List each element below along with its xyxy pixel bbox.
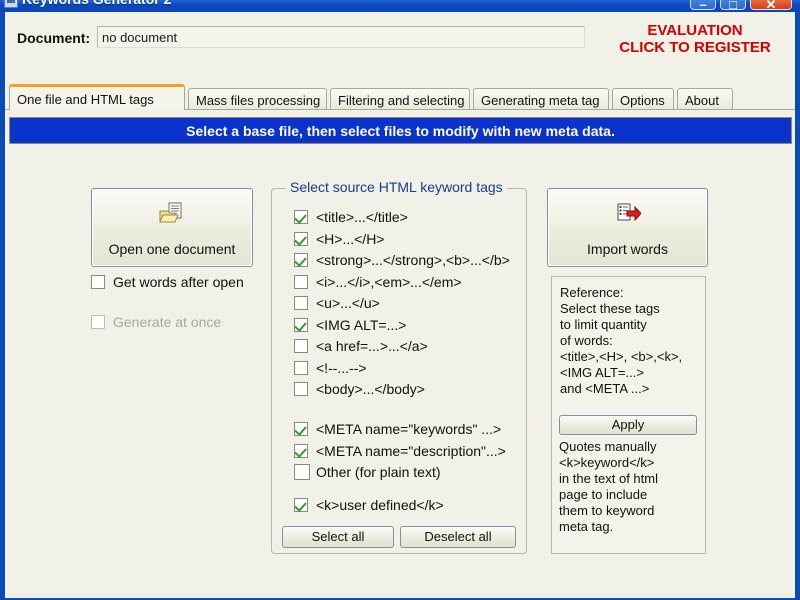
open-one-document-label: Open one document <box>108 241 236 257</box>
open-one-document-button[interactable]: Open one document <box>91 188 253 267</box>
tab-label: One file and HTML tags <box>17 92 154 107</box>
checkbox-checked-icon[interactable] <box>294 210 308 224</box>
evaluation-line-2: CLICK TO REGISTER <box>619 39 771 56</box>
import-words-button[interactable]: Import words <box>547 188 708 267</box>
tab-label: Generating meta tag <box>481 93 600 108</box>
apply-button[interactable]: Apply <box>559 415 697 435</box>
open-folder-document-icon <box>159 202 182 223</box>
tab-label: Filtering and selecting <box>338 93 465 108</box>
checkbox-checked-icon[interactable] <box>294 443 308 458</box>
checkbox-checked-icon[interactable] <box>294 422 308 436</box>
select-all-button[interactable]: Select all <box>282 526 394 548</box>
import-words-label: Import words <box>587 241 668 257</box>
tab-bar: One file and HTML tags Mass files process… <box>5 84 795 110</box>
minimize-button[interactable]: – <box>690 0 716 10</box>
checkbox-label: <i>...</i>,<em>...</em> <box>316 273 462 290</box>
tab-label: Mass files processing <box>196 93 321 108</box>
checkbox-label: <u>...</u> <box>316 295 380 311</box>
tab-one-file-and-html-tags[interactable]: One file and HTML tags <box>9 84 185 110</box>
document-export-arrow-icon <box>617 203 641 222</box>
close-button[interactable]: ✕ <box>750 0 792 10</box>
checkbox-checked-icon[interactable] <box>294 498 308 512</box>
tab-about[interactable]: About <box>677 88 733 110</box>
checkbox-unchecked-icon[interactable] <box>91 275 105 289</box>
application-window: Keywords Generator 2 – □ ✕ Document: no … <box>0 0 800 600</box>
checkbox-label: <META name="description"...> <box>316 442 506 459</box>
checkbox-checked-icon[interactable] <box>294 231 308 246</box>
tab-mass-files-processing[interactable]: Mass files processing <box>188 88 327 110</box>
maximize-icon: □ <box>729 0 737 10</box>
checkbox-label: <IMG ALT=...> <box>316 316 407 333</box>
tab-generating-meta-tag[interactable]: Generating meta tag <box>473 88 609 110</box>
reference-text: Reference: Select these tags to limit qu… <box>560 285 683 396</box>
checkbox-label: <body>...</body> <box>316 381 425 397</box>
tab-options[interactable]: Options <box>612 88 674 110</box>
app-icon[interactable] <box>4 0 18 8</box>
client-area: Document: no document EVALUATION CLICK T… <box>5 12 795 598</box>
tab-label: About <box>685 93 719 108</box>
checkbox-label: <k>user defined</k> <box>316 497 444 513</box>
checkbox-unchecked-icon[interactable] <box>294 382 308 396</box>
checkbox-unchecked-icon[interactable] <box>294 296 308 310</box>
checkbox-checked-icon[interactable] <box>294 317 308 332</box>
quotes-help-text: Quotes manually <k>keyword</k> in the te… <box>559 439 658 534</box>
checkbox-checked-icon[interactable] <box>294 253 308 267</box>
window-title: Keywords Generator 2 <box>22 0 171 7</box>
instruction-banner: Select a base file, then select files to… <box>9 117 792 144</box>
checkbox-label: Other (for plain text) <box>316 464 441 480</box>
checkbox-unchecked-icon[interactable] <box>294 360 308 375</box>
checkbox-unchecked-icon <box>91 315 105 329</box>
source-tags-groupbox: Select source HTML keyword tags <title>.… <box>271 179 528 555</box>
close-icon: ✕ <box>765 0 777 10</box>
checkbox-label: <title>...</title> <box>316 209 408 225</box>
checkbox-label: Get words after open <box>113 274 244 290</box>
evaluation-line-1: EVALUATION <box>647 22 743 39</box>
checkbox-label: <META name="keywords" ...> <box>316 421 502 437</box>
checkbox-unchecked-icon[interactable] <box>294 274 308 289</box>
source-tags-list: <title>...</title> <H>...</H> <strong>...<… <box>272 189 528 555</box>
title-bar[interactable]: Keywords Generator 2 – □ ✕ <box>0 0 800 12</box>
document-path-field[interactable]: no document <box>97 26 585 48</box>
deselect-all-button[interactable]: Deselect all <box>400 526 516 548</box>
evaluation-notice[interactable]: EVALUATION CLICK TO REGISTER <box>597 22 793 56</box>
checkbox-unchecked-icon[interactable] <box>294 464 310 480</box>
document-row: Document: no document EVALUATION CLICK T… <box>5 20 795 60</box>
maximize-button[interactable]: □ <box>720 0 746 10</box>
tab-filtering-and-selecting[interactable]: Filtering and selecting <box>330 88 470 110</box>
minimize-icon: – <box>699 0 707 10</box>
checkbox-unchecked-icon[interactable] <box>294 339 308 353</box>
checkbox-label: <a href=...>...</a> <box>316 338 428 354</box>
checkbox-label: <strong>...</strong>,<b>...</b> <box>316 252 510 268</box>
checkbox-label: <!--...--> <box>316 359 367 376</box>
tab-label: Options <box>620 93 665 108</box>
checkbox-label: <H>...</H> <box>316 230 385 247</box>
document-label: Document: <box>17 30 91 46</box>
checkbox-label: Generate at once <box>113 314 222 330</box>
